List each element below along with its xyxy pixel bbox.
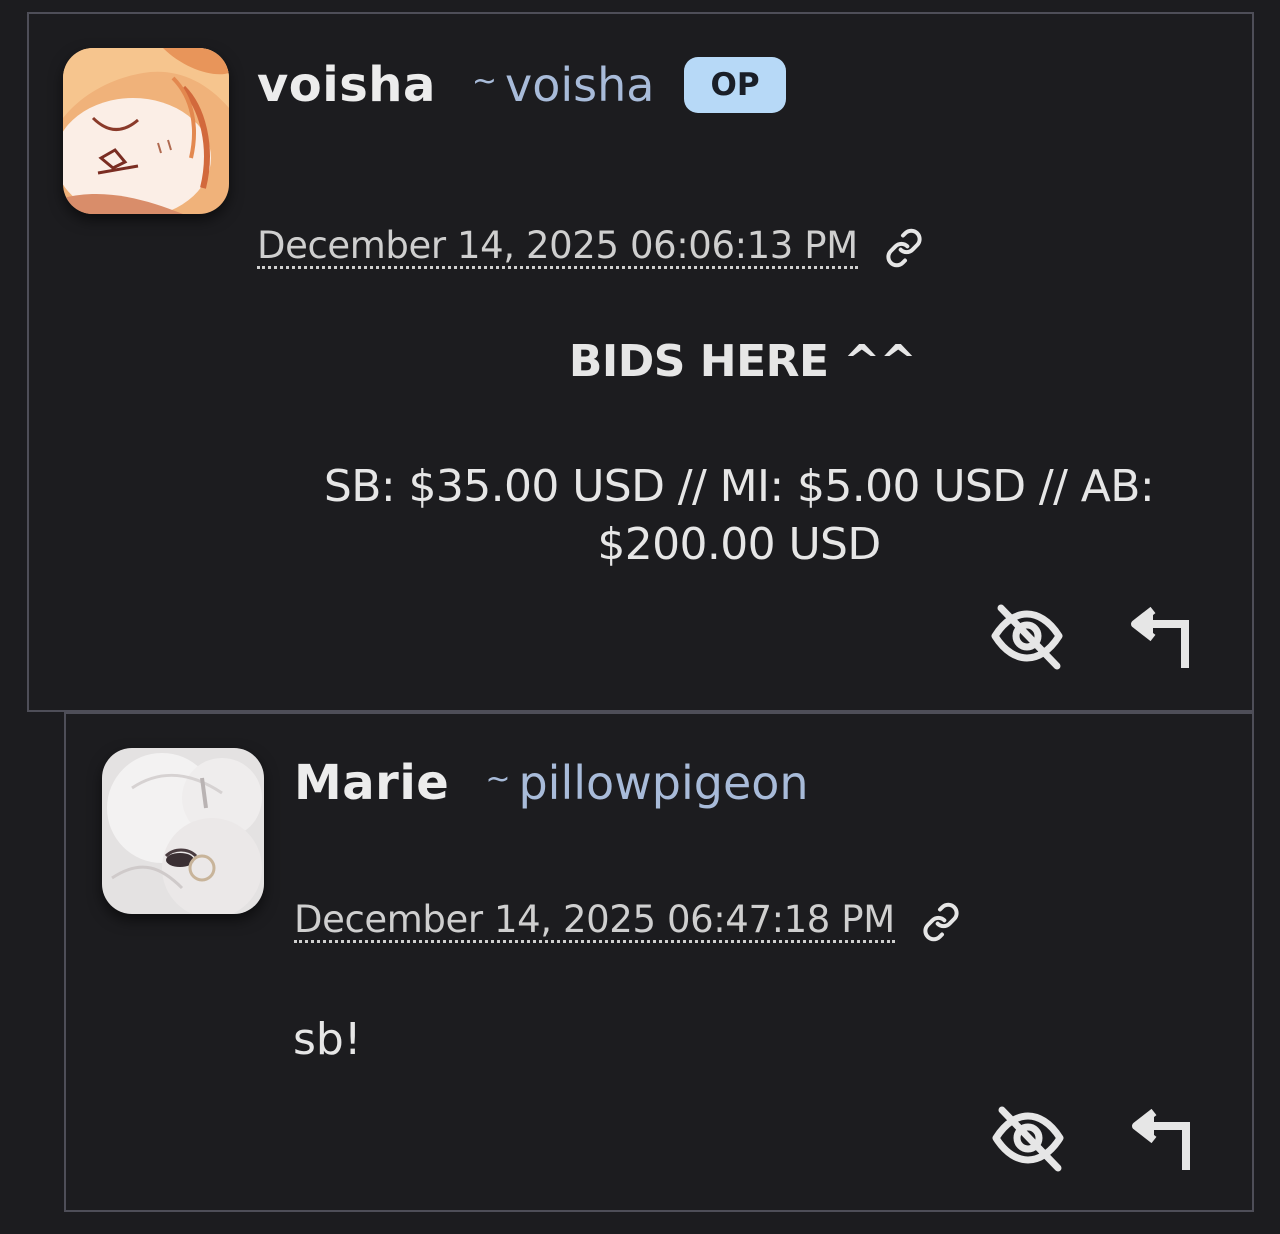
comment-title: BIDS HERE ^^ <box>568 336 917 387</box>
link-icon[interactable] <box>884 228 924 268</box>
avatar-image-voisha <box>63 48 229 214</box>
username[interactable]: ~ pillowpigeon <box>485 756 808 810</box>
display-name[interactable]: voisha <box>257 57 436 113</box>
reply-icon[interactable] <box>1119 596 1199 676</box>
timestamp[interactable]: December 14, 2025 06:06:13 PM <box>257 226 858 269</box>
comment-marie: Marie ~ pillowpigeon December 14, 2025 0… <box>64 712 1254 1212</box>
avatar[interactable] <box>63 48 229 214</box>
timestamp[interactable]: December 14, 2025 06:47:18 PM <box>294 900 895 943</box>
comment-voisha: voisha ~ voisha OP December 14, 2025 06:… <box>27 12 1254 712</box>
hide-icon[interactable] <box>988 1098 1068 1178</box>
display-name[interactable]: Marie <box>294 755 449 811</box>
author-row: Marie ~ pillowpigeon <box>294 748 809 818</box>
username[interactable]: ~ voisha <box>472 58 655 112</box>
comment-text: SB: $35.00 USD // MI: $5.00 USD // AB: $… <box>323 461 1155 570</box>
avatar[interactable] <box>102 748 264 914</box>
timestamp-row: December 14, 2025 06:47:18 PM <box>294 900 961 943</box>
timestamp-row: December 14, 2025 06:06:13 PM <box>257 226 924 269</box>
link-icon[interactable] <box>921 902 961 942</box>
author-row: voisha ~ voisha OP <box>257 50 786 120</box>
username-text: voisha <box>505 58 655 112</box>
username-prefix: ~ <box>471 63 497 99</box>
avatar-image-marie <box>102 748 264 914</box>
username-text: pillowpigeon <box>518 756 809 810</box>
op-badge: OP <box>684 57 786 113</box>
reply-icon[interactable] <box>1120 1098 1200 1178</box>
hide-icon[interactable] <box>987 596 1067 676</box>
username-prefix: ~ <box>485 761 511 797</box>
comment-text: sb! <box>293 1014 362 1065</box>
